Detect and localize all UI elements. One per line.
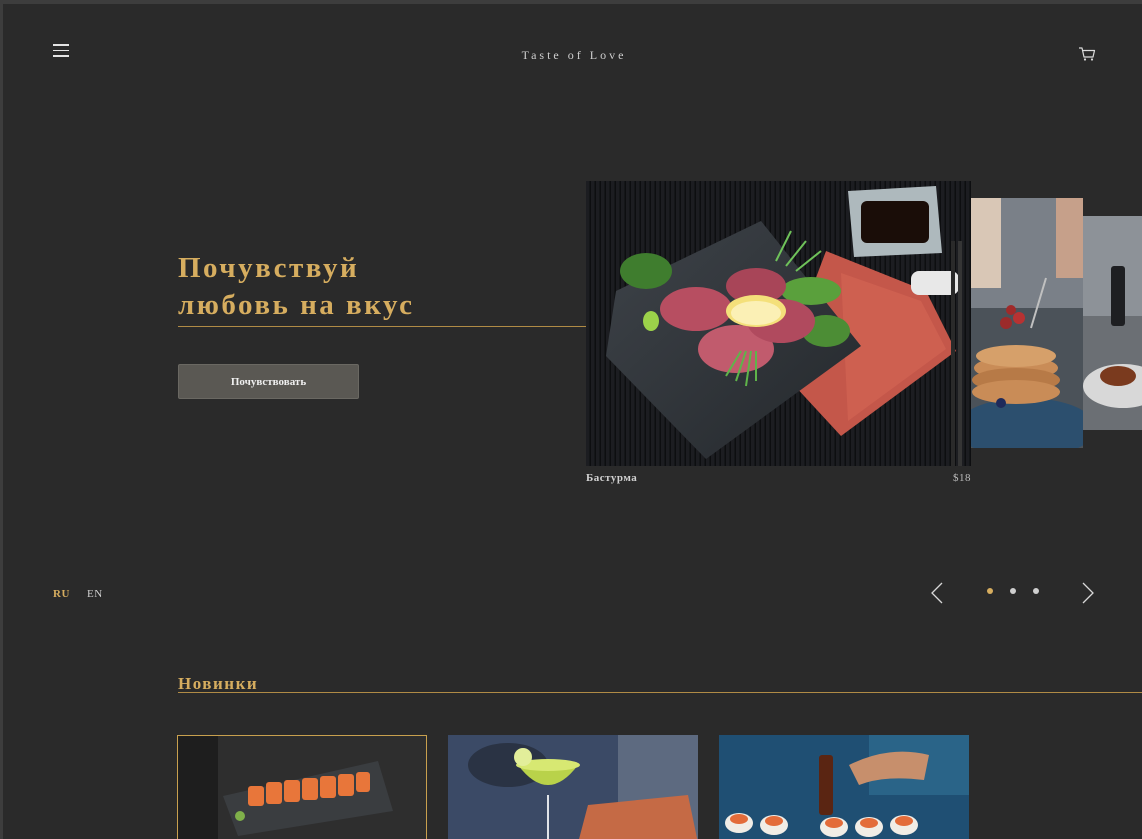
slider-dot-3[interactable] [1033,588,1039,594]
new-items-underline [178,692,1142,693]
new-item-card-salmon-roll[interactable] [177,735,427,839]
slide-third-image[interactable] [1083,216,1142,430]
site-logo[interactable]: Taste of Love [3,48,1142,63]
slide-second-image[interactable] [971,198,1083,448]
chevron-left-icon[interactable] [930,582,944,604]
hero-title-line-1: Почувствуй [178,252,360,284]
slider-dot-1[interactable] [987,588,993,594]
slider-dot-2[interactable] [1010,588,1016,594]
feel-button[interactable]: Почувствовать [178,364,359,399]
slide-item-name: Бастурма [586,472,638,484]
slide-item-price: $18 [953,472,971,484]
slide-caption: Бастурма $18 [586,472,971,484]
hero-title: Почувствуй любовь на вкус [178,250,414,324]
language-ru[interactable]: RU [53,588,70,600]
page: Taste of Love Почувствуй любовь на вкус … [0,0,1142,839]
chevron-right-icon[interactable] [1081,582,1095,604]
hero-underline [178,326,588,327]
new-item-card-sushi[interactable] [719,735,969,839]
hero-title-line-2: любовь на вкус [178,289,415,321]
language-en[interactable]: EN [87,588,103,600]
new-items-title: Новинки [178,674,259,693]
slide-main-image[interactable] [586,181,971,466]
shopping-cart-icon[interactable] [1078,46,1096,62]
new-item-card-cocktail[interactable] [448,735,698,839]
